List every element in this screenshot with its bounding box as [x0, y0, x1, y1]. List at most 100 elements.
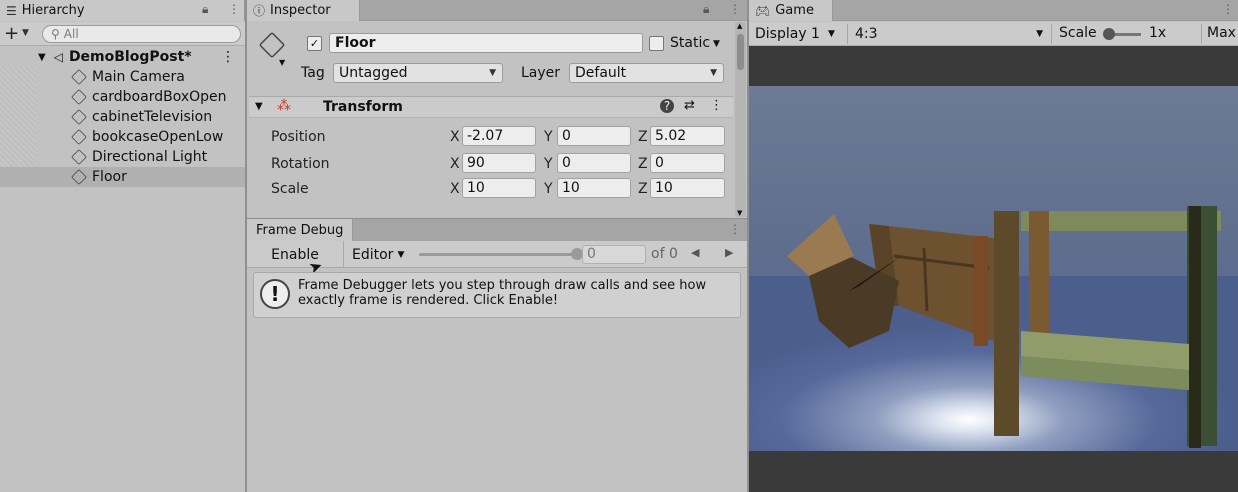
editor-label: Editor — [352, 246, 394, 263]
list-item[interactable]: cardboardBoxOpen — [0, 87, 245, 107]
list-item[interactable]: bookcaseOpenLow — [0, 127, 245, 147]
transform-header[interactable]: ▼ ⁂ Transform ? ⇄ ⋮ — [249, 96, 733, 118]
chevron-down-icon: ▼ — [1036, 29, 1043, 39]
tag-value: Untagged — [339, 65, 408, 81]
display-dropdown[interactable]: Display 1 ▼ — [749, 22, 847, 46]
scrollbar-thumb[interactable] — [737, 34, 744, 70]
scene-render — [749, 86, 1238, 451]
event-slider[interactable] — [419, 248, 583, 260]
game-tab-label: Game — [775, 3, 814, 18]
list-item[interactable]: Main Camera — [0, 67, 245, 87]
scroll-down-icon[interactable]: ▼ — [737, 209, 742, 217]
scene-row[interactable]: ▼ ◁ DemoBlogPost* ⋮ — [0, 47, 245, 67]
help-icon[interactable]: ? — [660, 99, 674, 113]
chevron-down-icon: ▼ — [489, 68, 496, 78]
rotation-x-value: 90 — [467, 155, 485, 171]
axis-y-label[interactable]: Y — [544, 181, 553, 197]
position-z-field[interactable]: 5.02 — [650, 126, 725, 146]
event-index-field[interactable]: 0 — [582, 245, 646, 264]
search-input[interactable]: ⚲ All — [42, 25, 241, 43]
help-box: ! Frame Debugger lets you step through d… — [253, 272, 741, 318]
lock-icon[interactable]: 🔒︎ — [703, 2, 709, 17]
list-item[interactable]: Directional Light — [0, 147, 245, 167]
position-y-value: 0 — [562, 128, 571, 144]
axis-x-label[interactable]: X — [450, 156, 460, 172]
chevron-down-icon[interactable]: ▼ — [22, 28, 29, 38]
scale-z-field[interactable]: 10 — [650, 178, 725, 198]
chevron-down-icon[interactable]: ▼ — [713, 39, 720, 49]
layer-dropdown[interactable]: Default ▼ — [569, 63, 724, 83]
scroll-up-icon[interactable]: ▲ — [737, 22, 742, 30]
enable-button[interactable]: Enable — [247, 241, 344, 268]
list-item[interactable]: cabinetTelevision — [0, 107, 245, 127]
axis-z-label[interactable]: Z — [638, 129, 648, 145]
object-label: cardboardBoxOpen — [92, 89, 227, 105]
event-index-value: 0 — [587, 246, 596, 262]
inspector-panel: ⓘ Inspector 🔒︎ ⋮ ▼ ✓ Floor Static ▼ Tag … — [247, 0, 747, 492]
display-value: Display 1 — [755, 26, 820, 42]
list-item-selected[interactable]: Floor — [0, 167, 245, 187]
position-z-value: 5.02 — [655, 128, 687, 144]
gameobject-cube-icon — [71, 109, 87, 125]
scene-menu-icon[interactable]: ⋮ — [221, 49, 235, 65]
chevron-down-icon[interactable]: ▼ — [279, 58, 285, 67]
add-object-icon[interactable]: + — [4, 23, 19, 44]
game-toolbar: Display 1 ▼ 4:3 ▼ Scale 1x Max — [749, 22, 1238, 46]
game-viewport[interactable] — [749, 46, 1238, 492]
position-x-field[interactable]: -2.07 — [462, 126, 536, 146]
position-y-field[interactable]: 0 — [557, 126, 631, 146]
hierarchy-tab-label: Hierarchy — [21, 3, 85, 18]
frame-debug-tab-label: Frame Debug — [256, 223, 344, 238]
expand-arrow-icon[interactable]: ▼ — [38, 52, 46, 63]
tab-frame-debug[interactable]: Frame Debug — [247, 219, 353, 242]
rotation-y-field[interactable]: 0 — [557, 153, 631, 173]
scale-slider[interactable] — [1103, 28, 1141, 40]
scale-y-field[interactable]: 10 — [557, 178, 631, 198]
gameobject-cube-icon — [71, 169, 87, 185]
active-checkbox[interactable]: ✓ — [307, 36, 322, 51]
tab-inspector[interactable]: ⓘ Inspector — [247, 0, 360, 21]
rendered-scene — [749, 86, 1238, 451]
frame-debug-toolbar: Enable ➤ Editor ▼ 0 of 0 ◀ ▶ — [247, 241, 747, 278]
aspect-dropdown[interactable]: 4:3 ▼ — [849, 22, 1049, 46]
slider-handle[interactable] — [1103, 28, 1115, 40]
expand-arrow-icon[interactable]: ▼ — [255, 101, 263, 112]
static-label: Static — [670, 35, 711, 51]
rotation-z-field[interactable]: 0 — [650, 153, 725, 173]
axis-x-label[interactable]: X — [450, 129, 460, 145]
axis-y-label[interactable]: Y — [544, 129, 553, 145]
next-event-icon[interactable]: ▶ — [725, 246, 733, 259]
lock-icon[interactable]: 🔒︎ — [202, 2, 208, 17]
tag-dropdown[interactable]: Untagged ▼ — [333, 63, 503, 83]
gameobject-cube-icon — [71, 69, 87, 85]
more-menu-icon[interactable]: ⋮ — [729, 2, 741, 16]
component-menu-icon[interactable]: ⋮ — [710, 98, 723, 113]
rotation-x-field[interactable]: 90 — [462, 153, 536, 173]
maximize-on-play-toggle[interactable]: Max — [1207, 25, 1236, 41]
editor-dropdown[interactable]: Editor ▼ — [347, 241, 411, 268]
more-menu-icon[interactable]: ⋮ — [228, 2, 240, 16]
more-menu-icon[interactable]: ⋮ — [729, 222, 741, 236]
axis-y-label[interactable]: Y — [544, 156, 553, 172]
hierarchy-indent-guide — [0, 67, 36, 167]
preset-icon[interactable]: ⇄ — [684, 98, 695, 113]
tab-game[interactable]: 🎮︎ Game — [749, 0, 833, 21]
toolbar-divider — [847, 24, 848, 44]
info-icon: ⓘ — [253, 4, 266, 18]
object-name-field[interactable]: Floor — [329, 33, 643, 53]
more-menu-icon[interactable]: ⋮ — [1222, 2, 1234, 16]
inspector-scrollbar[interactable]: ▲ ▼ — [735, 22, 746, 217]
axis-x-label[interactable]: X — [450, 181, 460, 197]
game-tabbar: 🎮︎ Game ⋮ — [749, 0, 1238, 21]
prev-event-icon[interactable]: ◀ — [691, 246, 699, 259]
bookcase-open-low — [994, 211, 1019, 436]
toolbar-divider — [1051, 24, 1052, 44]
axis-z-label[interactable]: Z — [638, 181, 648, 197]
frame-debug-tabbar: Frame Debug ⋮ — [247, 218, 747, 242]
axis-z-label[interactable]: Z — [638, 156, 648, 172]
search-placeholder: All — [63, 27, 79, 41]
static-checkbox[interactable] — [649, 36, 664, 51]
transform-icon: ⁂ — [277, 98, 291, 114]
object-label: Directional Light — [92, 149, 208, 165]
scale-x-field[interactable]: 10 — [462, 178, 536, 198]
